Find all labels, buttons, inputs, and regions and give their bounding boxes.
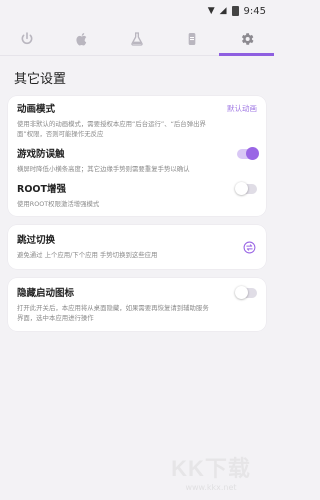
power-icon (21, 31, 33, 44)
apple-icon (76, 32, 87, 45)
skip-switch-row[interactable]: 跳过切换 避免通过 上个应用/下个应用 手势切换到这些应用 (17, 233, 257, 260)
tab-settings[interactable] (219, 22, 274, 56)
animation-mode-title: 动画模式 (17, 104, 56, 115)
root-title: ROOT增强 (17, 184, 66, 195)
animation-mode-row[interactable]: 动画模式 默认动画 使用非默认的动画模式，需要授权本应用“后台运行”、“后台弹出… (17, 102, 257, 139)
card-hide-launcher: 隐藏启动图标 打开此开关后，本应用将从桌面隐藏，如果需要再恢复请到辅助服务界面，… (8, 278, 266, 331)
animation-mode-desc: 使用非默认的动画模式，需要授权本应用“后台运行”、“后台弹出界面”权限，否则可能… (17, 120, 206, 138)
game-guard-desc: 横屏时降低小横条高度；其它边缘手势则需要重复手势以确认 (17, 165, 190, 173)
card-animation: 动画模式 默认动画 使用非默认的动画模式，需要授权本应用“后台运行”、“后台弹出… (8, 96, 266, 216)
game-guard-title: 游戏防误触 (17, 149, 65, 160)
skip-switch-desc: 避免通过 上个应用/下个应用 手势切换到这些应用 (17, 251, 158, 259)
root-desc: 使用ROOT权限激活增强模式 (17, 200, 100, 208)
wifi-icon: ◢ (219, 6, 227, 16)
hide-launcher-title: 隐藏启动图标 (17, 288, 75, 299)
battery-icon (231, 6, 239, 16)
game-guard-toggle[interactable] (237, 147, 259, 160)
hide-launcher-toggle[interactable] (235, 286, 257, 299)
watermark: KK下载 www.kkx.net (156, 451, 266, 492)
toggle-knob (246, 147, 259, 160)
toggle-knob (235, 286, 248, 299)
toggle-knob (235, 182, 248, 195)
card-skip-switch: 跳过切换 避免通过 上个应用/下个应用 手势切换到这些应用 (8, 225, 266, 269)
watermark-brand: KK下载 (171, 456, 251, 481)
phone-icon (188, 32, 196, 45)
tab-flask[interactable] (110, 22, 165, 55)
hide-launcher-desc: 打开此开关后，本应用将从桌面隐藏，如果需要再恢复请到辅助服务界面，选中本应用进行… (17, 304, 209, 322)
flask-icon (131, 31, 143, 46)
tab-power[interactable] (0, 22, 55, 55)
hide-launcher-row[interactable]: 隐藏启动图标 打开此开关后，本应用将从桌面隐藏，如果需要再恢复请到辅助服务界面，… (17, 286, 257, 323)
signal-icon: ▼ (207, 6, 215, 16)
skip-switch-title: 跳过切换 (17, 235, 56, 246)
gear-icon (241, 32, 254, 45)
watermark-url: www.kkx.net (185, 483, 237, 492)
animation-mode-value[interactable]: 默认动画 (227, 103, 257, 114)
status-bar: ▼ ◢ 9:45 (0, 0, 274, 22)
swap-icon[interactable] (243, 241, 256, 254)
game-guard-row[interactable]: 游戏防误触 横屏时降低小横条高度；其它边缘手势则需要重复手势以确认 (17, 147, 259, 174)
status-time: 9:45 (243, 5, 266, 17)
root-row[interactable]: ROOT增强 使用ROOT权限激活增强模式 (17, 182, 257, 209)
tab-apple[interactable] (55, 22, 110, 55)
tab-phone[interactable] (164, 22, 219, 55)
page-title: 其它设置 (14, 72, 67, 87)
root-toggle[interactable] (235, 182, 257, 195)
tab-bar (0, 22, 274, 56)
